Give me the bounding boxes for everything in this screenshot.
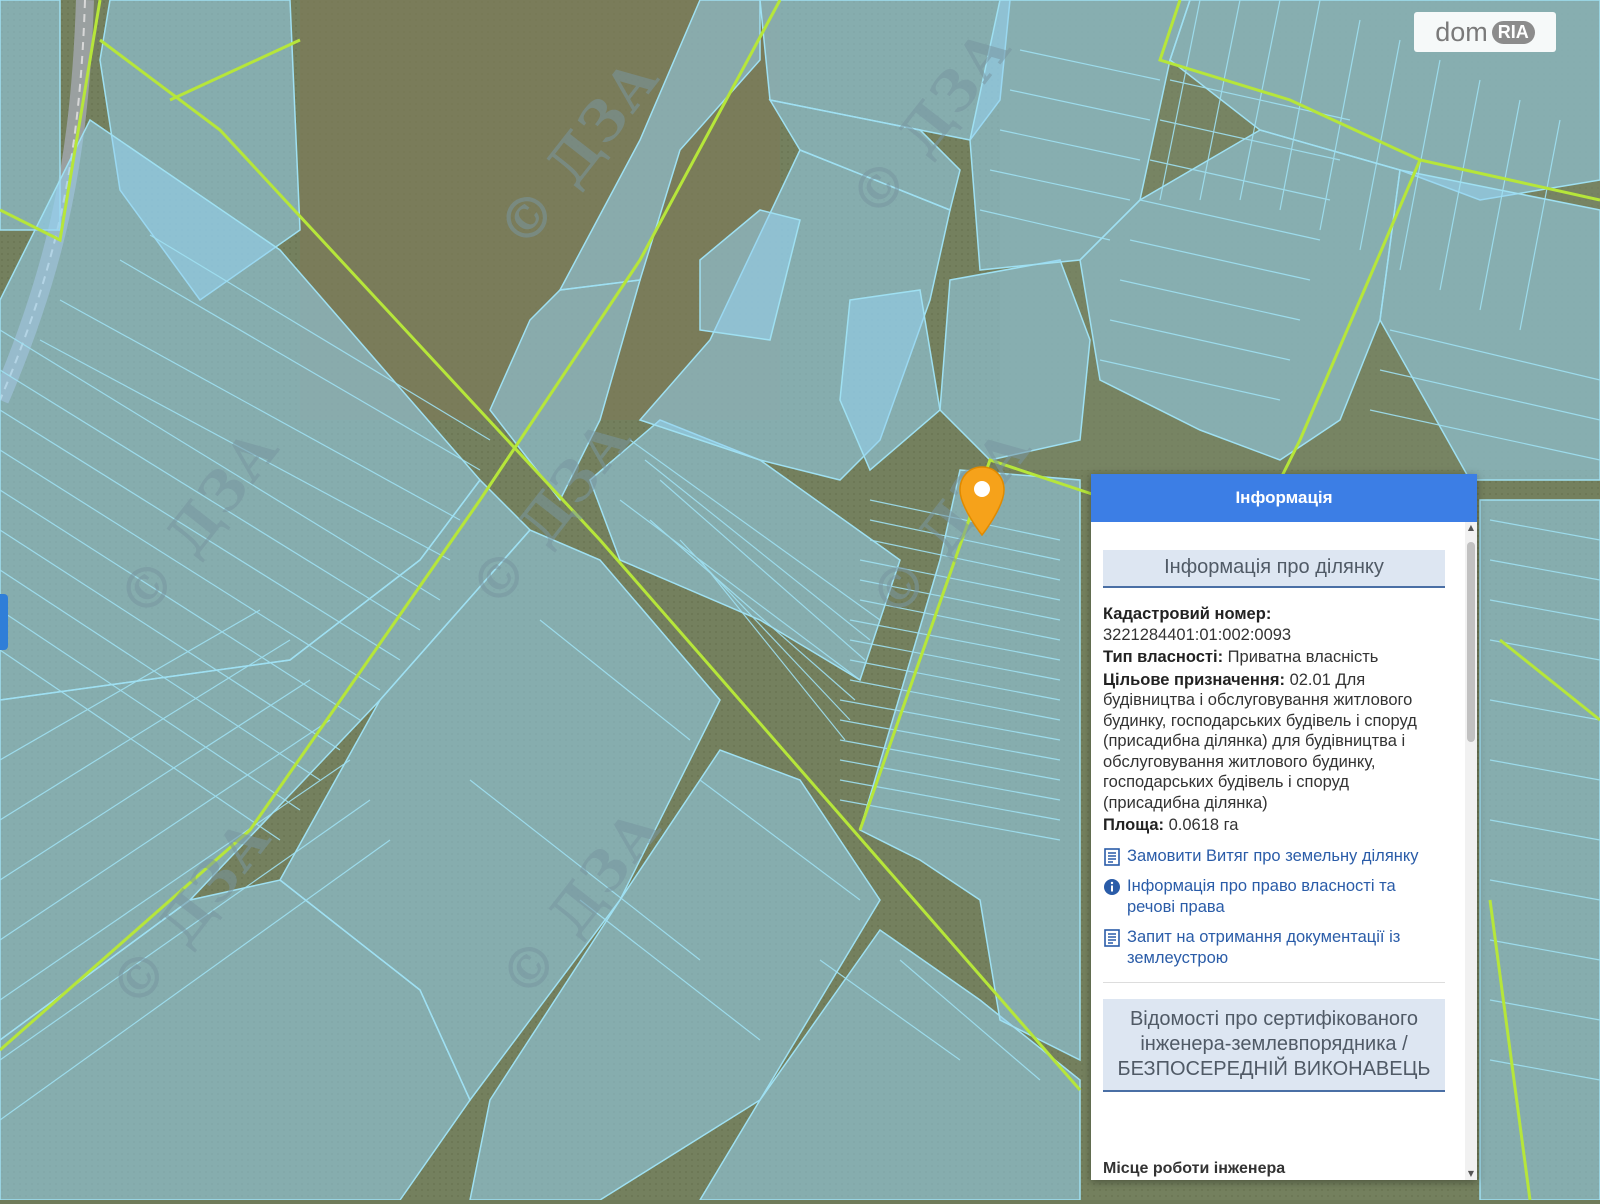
popup-header: Інформація (1091, 474, 1477, 522)
cadastral-number-row: Кадастровий номер: 3221284401:01:002:009… (1103, 605, 1292, 644)
scroll-up-arrow-icon[interactable]: ▲ (1465, 522, 1477, 534)
area-value: 0.0618 га (1168, 816, 1239, 834)
divider (1103, 982, 1445, 983)
purpose-row: Цільове призначення: 02.01 Для будівницт… (1103, 670, 1417, 812)
document-icon (1104, 847, 1120, 866)
purpose-value: 02.01 Для будівництва і обслуговування ж… (1103, 670, 1417, 812)
popup-body[interactable]: Інформація про ділянку Кадастровий номер… (1103, 550, 1445, 1108)
scroll-down-arrow-icon[interactable]: ▼ (1465, 1168, 1477, 1180)
popup-scrollbar[interactable]: ▲ ▼ (1465, 522, 1477, 1180)
info-icon (1104, 879, 1120, 895)
ownership-value: Приватна власність (1227, 648, 1379, 666)
scroll-thumb[interactable] (1467, 542, 1475, 742)
engineer-section-title: Відомості про сертифікованого інженера-з… (1103, 999, 1445, 1092)
site-logo: dom RIA (1414, 12, 1556, 52)
parcel[interactable] (0, 0, 61, 231)
ownership-rights-link[interactable]: Інформація про право власності та речові… (1103, 876, 1445, 917)
engineer-workplace-label: Місце роботи інженера (1103, 1160, 1286, 1177)
side-panel-toggle[interactable] (0, 594, 8, 650)
parcel-info-title: Інформація про ділянку (1103, 550, 1445, 588)
cadastral-number-value: 3221284401:01:002:0093 (1103, 625, 1292, 644)
map-pin-icon[interactable] (957, 465, 1007, 537)
parcel[interactable] (1479, 499, 1600, 1201)
info-popup: Інформація Інформація про ділянку Кадаст… (1091, 474, 1477, 1180)
ownership-row: Тип власності: Приватна власність (1103, 648, 1379, 666)
area-row: Площа: 0.0618 га (1103, 816, 1239, 834)
document-icon (1104, 929, 1120, 947)
order-extract-link[interactable]: Замовити Витяг про земельну ділянку (1103, 846, 1445, 867)
parcel[interactable] (939, 259, 1091, 461)
documentation-request-link[interactable]: Запит на отримання документації із земле… (1103, 927, 1445, 968)
